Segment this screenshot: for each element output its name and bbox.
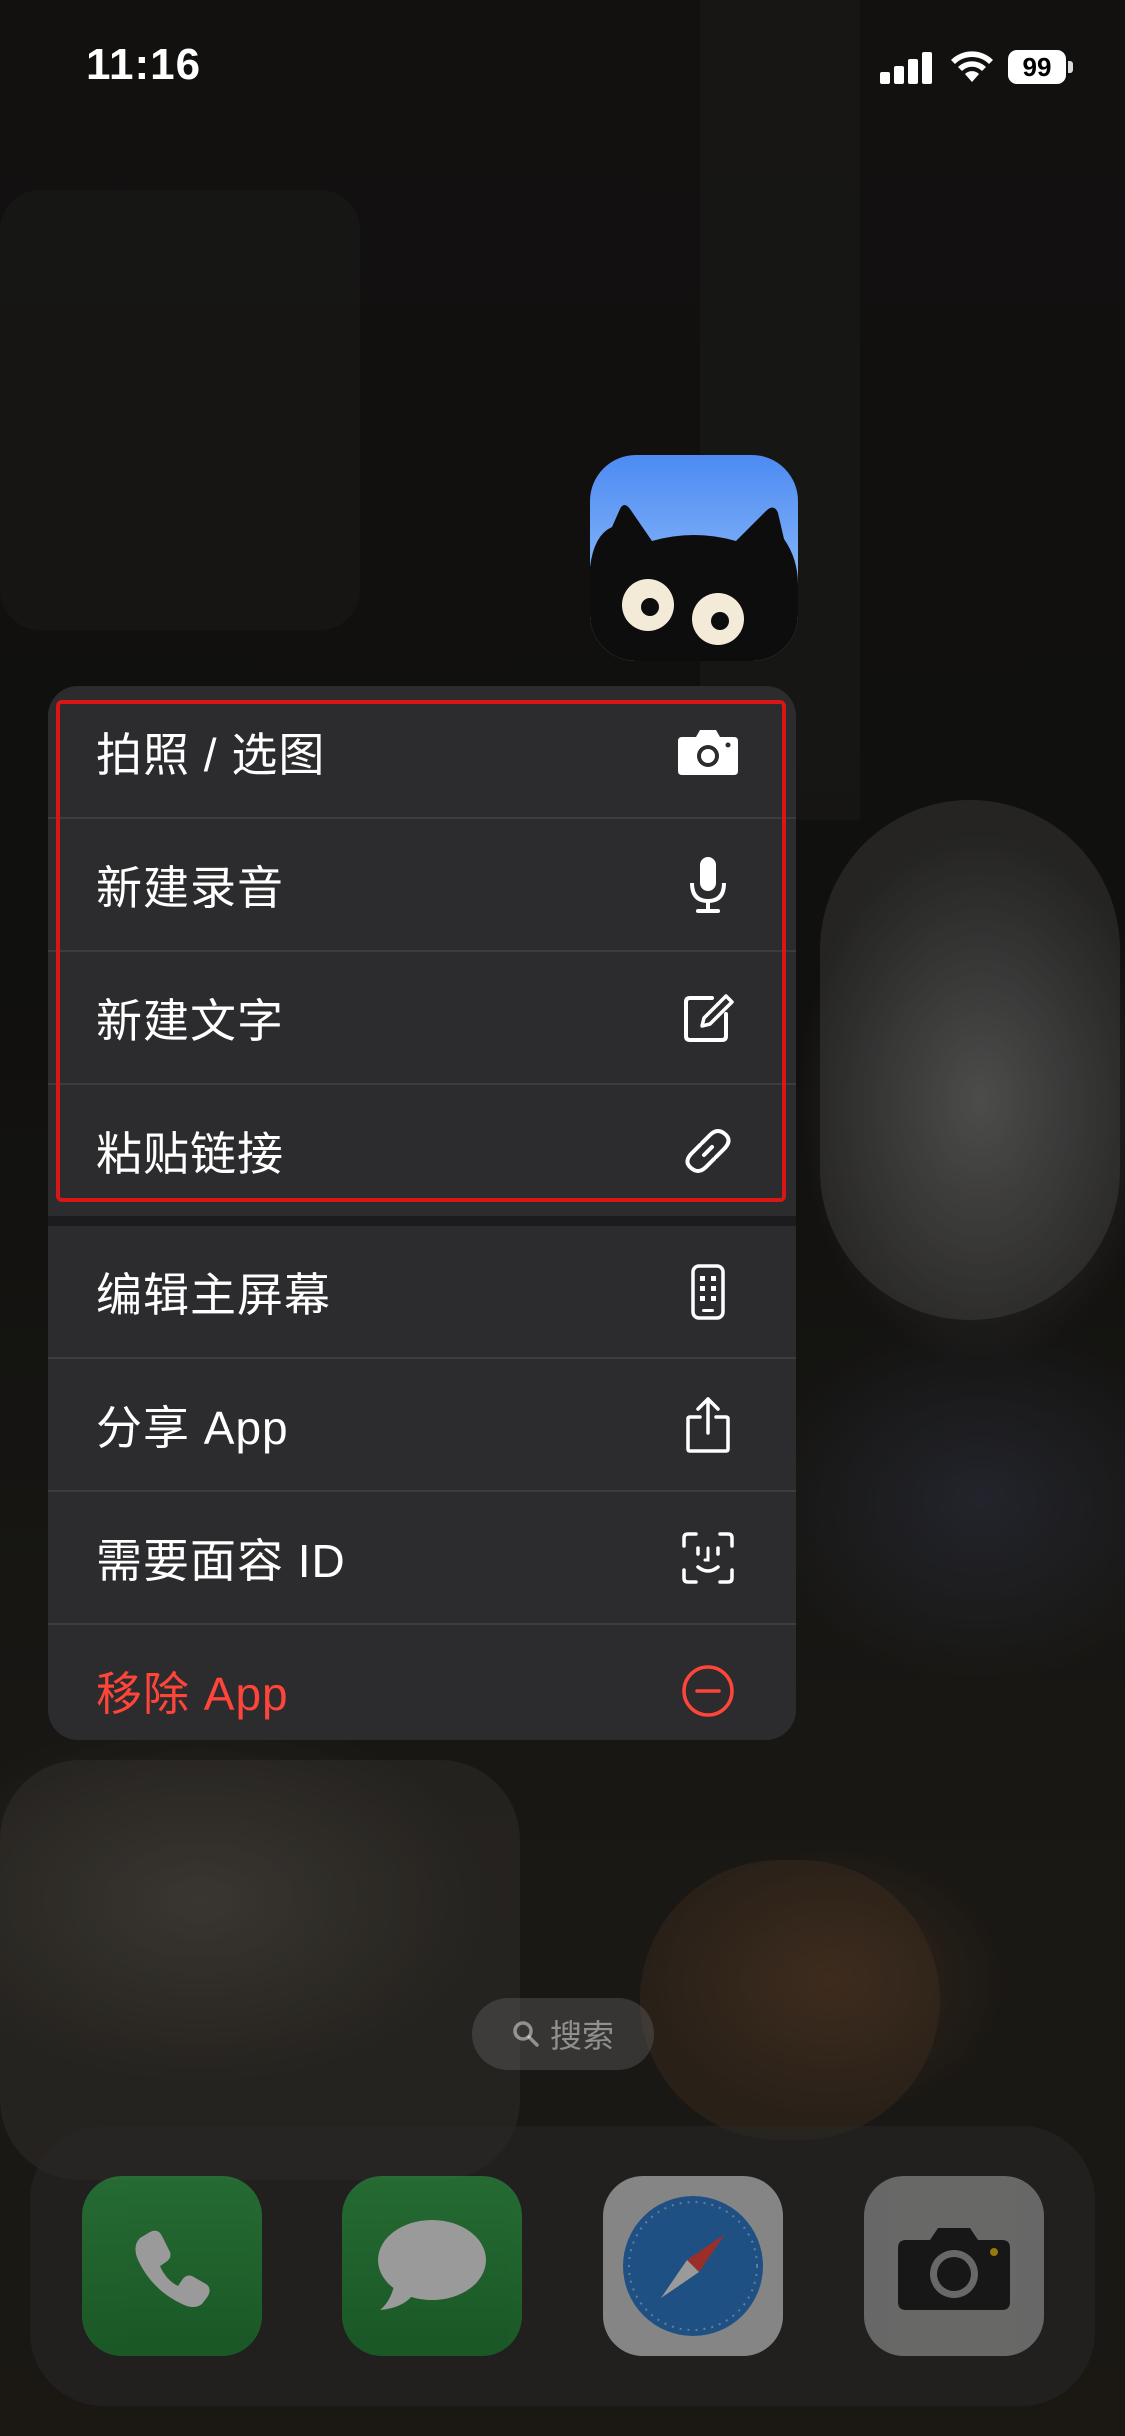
- messages-app[interactable]: [342, 2176, 522, 2356]
- camera-icon: [676, 720, 740, 784]
- app-context-menu: 拍照 / 选图 新建录音 新建文字 粘贴链接 编辑主屏幕 分享 App 需要面容…: [48, 686, 796, 1740]
- face-id-icon: [676, 1526, 740, 1590]
- battery-level: 99: [1008, 50, 1066, 84]
- menu-item-new-recording[interactable]: 新建录音: [48, 819, 796, 950]
- message-bubble-icon: [378, 2220, 486, 2310]
- compose-icon: [676, 986, 740, 1050]
- cat-face-graphic: [590, 505, 798, 661]
- menu-item-label: 需要面容 ID: [96, 1534, 346, 1587]
- battery-icon: 99: [1008, 50, 1074, 84]
- menu-item-label: 拍照 / 选图: [96, 728, 326, 781]
- menu-item-label: 分享 App: [96, 1401, 289, 1454]
- menu-item-remove-app[interactable]: 移除 App: [48, 1625, 796, 1740]
- wifi-icon: [951, 51, 993, 82]
- minus-circle-icon: [676, 1659, 740, 1723]
- menu-item-label: 新建录音: [96, 861, 284, 914]
- link-icon: [676, 1119, 740, 1183]
- home-search-button[interactable]: 搜索: [472, 1998, 654, 2070]
- menu-item-label: 移除 App: [96, 1667, 289, 1720]
- menu-item-edit-home-screen[interactable]: 编辑主屏幕: [48, 1226, 796, 1357]
- phone-app[interactable]: [82, 2176, 262, 2356]
- cellular-signal-icon: [880, 50, 932, 84]
- menu-item-paste-link[interactable]: 粘贴链接: [48, 1085, 796, 1216]
- compass-icon: [623, 2196, 763, 2336]
- menu-item-require-face-id[interactable]: 需要面容 ID: [48, 1492, 796, 1623]
- menu-group-separator: [48, 1216, 796, 1226]
- share-icon: [676, 1393, 740, 1457]
- status-bar: 11:16 99: [0, 0, 1125, 140]
- search-icon: [513, 2021, 539, 2047]
- menu-item-new-text[interactable]: 新建文字: [48, 952, 796, 1083]
- phone-apps-icon: [676, 1260, 740, 1324]
- camera-app[interactable]: [864, 2176, 1044, 2356]
- search-label: 搜索: [549, 2018, 614, 2054]
- cat-face-icon[interactable]: [590, 455, 798, 661]
- menu-item-label: 编辑主屏幕: [96, 1268, 331, 1321]
- menu-item-label: 新建文字: [96, 994, 284, 1047]
- microphone-icon: [676, 853, 740, 917]
- camera-icon: [898, 2228, 1010, 2310]
- safari-app[interactable]: [603, 2176, 783, 2356]
- menu-item-take-photo[interactable]: 拍照 / 选图: [48, 686, 796, 817]
- menu-item-label: 粘贴链接: [96, 1127, 284, 1180]
- phone-icon: [135, 2230, 210, 2307]
- menu-item-share-app[interactable]: 分享 App: [48, 1359, 796, 1490]
- status-time: 11:16: [86, 40, 202, 89]
